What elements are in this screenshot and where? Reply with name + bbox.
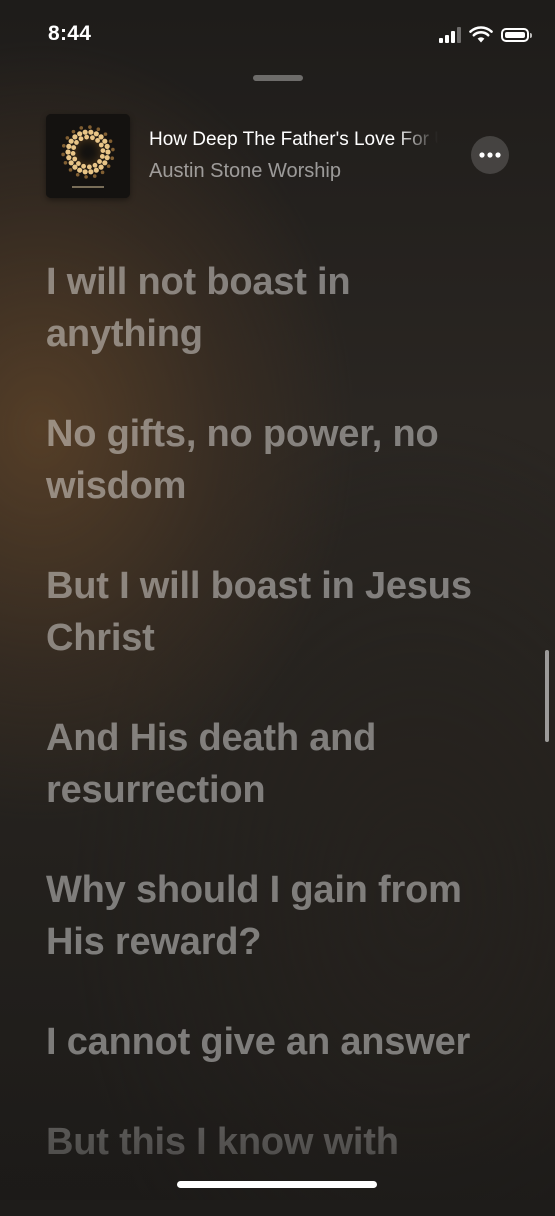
cellular-signal-icon bbox=[439, 27, 461, 43]
lyric-line[interactable]: But this I know with bbox=[46, 1116, 516, 1168]
album-artwork-candle-wreath bbox=[46, 114, 130, 198]
scrollbar[interactable] bbox=[545, 650, 549, 742]
lyric-line[interactable]: No gifts, no power, no wisdom bbox=[46, 408, 516, 512]
lyric-line[interactable]: I cannot give an answer bbox=[46, 1016, 516, 1068]
ellipsis-icon bbox=[479, 152, 501, 158]
wifi-icon bbox=[469, 26, 493, 43]
sheet-grabber[interactable] bbox=[253, 75, 303, 81]
more-options-button[interactable] bbox=[471, 136, 509, 174]
lyrics-view[interactable]: I will not boast in anything No gifts, n… bbox=[46, 256, 516, 1216]
status-time: 8:44 bbox=[48, 22, 92, 45]
album-artwork[interactable] bbox=[46, 114, 130, 198]
lyric-line[interactable]: And His death and resurrection bbox=[46, 712, 516, 816]
status-bar: 8:44 bbox=[0, 0, 555, 70]
battery-icon bbox=[501, 28, 532, 42]
lyric-line[interactable]: I will not boast in anything bbox=[46, 256, 516, 360]
status-icons bbox=[439, 24, 532, 46]
lyric-line[interactable]: But I will boast in Jesus Christ bbox=[46, 560, 516, 664]
lyric-line[interactable]: Why should I gain from His reward? bbox=[46, 864, 516, 968]
now-playing-header[interactable]: How Deep The Father's Love For Us Austin… bbox=[0, 110, 555, 200]
home-indicator[interactable] bbox=[177, 1181, 377, 1188]
song-title: How Deep The Father's Love For Us bbox=[149, 129, 438, 150]
song-artist[interactable]: Austin Stone Worship bbox=[149, 160, 341, 183]
